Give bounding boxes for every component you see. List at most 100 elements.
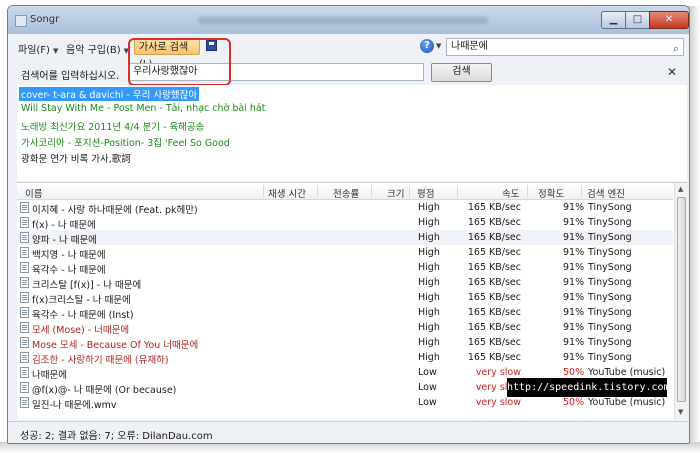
column-header-name[interactable]: 이름 (25, 186, 42, 200)
file-menu[interactable]: 파일(F) ▼ (18, 41, 58, 56)
table-row[interactable]: 양파 - 나 때문에 High 165 KB/sec 91% TinySong (17, 230, 673, 246)
table-row[interactable]: f(x) - 나 때문에 High 165 KB/sec 91% TinySong (17, 215, 673, 231)
vertical-scrollbar[interactable]: ▲ ▼ (674, 183, 688, 420)
table-row[interactable]: f(x)크리스탈 - 나 때문에 High 165 KB/sec 91% TinySon… (17, 290, 673, 306)
cell-name: 나때문에 (32, 370, 67, 381)
column-header-bitrate[interactable]: 전송률 (333, 186, 359, 200)
column-header-engine[interactable]: 검색 엔진 (587, 186, 625, 200)
column-divider[interactable] (371, 185, 372, 197)
chevron-down-icon[interactable]: ▼ (436, 42, 441, 50)
cell-rating: Low (418, 397, 437, 408)
cell-engine: YouTube (music) (588, 367, 666, 378)
cell-speed: 165 KB/sec (467, 322, 521, 333)
cell-speed: very slow (475, 367, 521, 378)
cell-accuracy: 91% (563, 262, 585, 273)
cell-speed: 165 KB/sec (467, 277, 521, 288)
cell-speed: 165 KB/sec (467, 352, 521, 363)
table-row[interactable]: Mose 모세 - Because Of You 너때문에 High 165 KB/… (17, 335, 673, 351)
column-divider[interactable] (527, 185, 528, 197)
cell-speed: 165 KB/sec (467, 232, 521, 243)
cell-accuracy: 91% (563, 337, 585, 348)
title-bar[interactable]: Songr ▁ □ ✕ (8, 6, 689, 34)
watermark: http://speedink.tistory.com (507, 378, 670, 397)
cell-name: 육각수 - 나 때문에 (Inst) (32, 310, 134, 321)
column-divider[interactable] (409, 185, 410, 197)
chevron-down-icon: ▼ (52, 47, 59, 55)
minimize-button[interactable]: ▁ (601, 11, 626, 29)
cell-rating: High (418, 277, 440, 288)
table-row[interactable]: 김조한 - 사랑하기 때문에 (유재하) High 165 KB/sec 91% Tin… (17, 350, 673, 366)
cell-speed: 165 KB/sec (467, 217, 521, 228)
search-button[interactable]: 검색 (431, 63, 492, 82)
suggestion-item[interactable]: Will Stay With Me - Post Men - Tải, nhạc… (21, 103, 265, 114)
column-divider[interactable] (457, 185, 458, 197)
cell-engine: TinySong (588, 232, 632, 243)
file-icon (20, 217, 29, 228)
cell-name: 양파 - 나 때문에 (32, 235, 97, 246)
file-icon (20, 277, 29, 288)
cell-accuracy: 91% (563, 322, 585, 333)
table-row[interactable]: 백지영 - 나 때문에 High 165 KB/sec 91% TinySong (17, 245, 673, 261)
maximize-button[interactable]: □ (625, 11, 650, 29)
cell-accuracy: 91% (563, 202, 585, 213)
column-header-rating[interactable]: 평점 (417, 186, 434, 200)
cell-rating: High (418, 247, 440, 258)
table-row[interactable]: 육각수 - 나 때문에 High 165 KB/sec 91% TinySong (17, 260, 673, 276)
cell-rating: High (418, 262, 440, 273)
cell-engine: TinySong (588, 322, 632, 333)
top-search-value: 나때문에 (451, 41, 488, 52)
cell-rating: High (418, 337, 440, 348)
cell-speed: 165 KB/sec (467, 337, 521, 348)
column-divider[interactable] (317, 185, 318, 197)
table-row[interactable]: 일진-나 때문에.wmv Low very slow 50% YouTube (musi… (17, 395, 673, 411)
column-header-size[interactable]: 크기 (387, 186, 404, 200)
column-divider[interactable] (581, 185, 582, 197)
suggestion-item[interactable]: 광화문 연가 비록 가사,歌詞 (21, 151, 131, 165)
cell-accuracy: 91% (563, 232, 585, 243)
cell-accuracy: 91% (563, 352, 585, 363)
table-row[interactable]: 이지혜 - 사랑 하나때문에 (Feat. pk헤만) High 165 KB/se… (17, 200, 673, 216)
cell-name: 김조한 - 사랑하기 때문에 (유재하) (32, 355, 169, 366)
cell-name: 모세 (Mose) - 너때문에 (32, 325, 130, 336)
column-header-duration[interactable]: 재생 시간 (268, 186, 306, 200)
suggestion-item[interactable]: 가사코리아 - 포지션-Position- 3집 'Feel So Good (21, 135, 230, 149)
cell-rating: Low (418, 382, 437, 393)
file-icon (20, 202, 29, 213)
column-header-accuracy[interactable]: 정확도 (538, 186, 564, 200)
cell-rating: High (418, 202, 440, 213)
table-row[interactable]: 모세 (Mose) - 너때문에 High 165 KB/sec 91% TinySon… (17, 320, 673, 336)
scrollbar-thumb[interactable] (677, 197, 686, 402)
scroll-up-icon[interactable]: ▲ (678, 185, 683, 193)
cell-rating: High (418, 217, 440, 228)
file-icon (20, 352, 29, 363)
close-window-button[interactable]: ✕ (649, 11, 689, 29)
close-icon[interactable]: ✕ (667, 65, 677, 79)
app-icon (15, 15, 27, 27)
cell-name: f(x)크리스탈 - 나 때문에 (32, 295, 131, 306)
help-icon[interactable]: ? (420, 39, 434, 53)
cell-rating: High (418, 307, 440, 318)
cell-accuracy: 50% (563, 397, 585, 408)
cell-speed: 165 KB/sec (467, 307, 521, 318)
search-prompt-label: 검색어를 입력하십시오. (21, 71, 120, 82)
file-icon (20, 397, 29, 408)
file-icon (20, 247, 29, 258)
buy-music-menu[interactable]: 음악 구입(B) ▼ (66, 41, 129, 56)
search-icon[interactable]: ⌕ (673, 41, 679, 57)
table-row[interactable]: 육각수 - 나 때문에 (Inst) High 165 KB/sec 91% TinyS… (17, 305, 673, 321)
file-icon (20, 322, 29, 333)
scroll-down-icon[interactable]: ▼ (678, 408, 683, 416)
cell-rating: High (418, 292, 440, 303)
cell-speed: 165 KB/sec (467, 247, 521, 258)
status-bar: 성공: 2; 결과 없음: 7; 오류: DilanDau.com (8, 421, 689, 443)
column-divider[interactable] (263, 185, 264, 197)
table-row[interactable]: 크리스탈 [f(x)] - 나 때문에 High 165 KB/sec 91% Tiny… (17, 275, 673, 291)
suggestion-item[interactable]: cover- t-ara & davichi - 우리 사랑했잖아 (19, 87, 200, 101)
column-header-speed[interactable]: 속도 (502, 186, 519, 200)
cell-engine: TinySong (588, 292, 632, 303)
suggestion-item[interactable]: 노래방 최신가요 2011년 4/4 분기 - 육해공송 (21, 119, 204, 133)
cell-accuracy: 91% (563, 217, 585, 228)
cell-engine: TinySong (588, 262, 632, 273)
cell-name: 이지혜 - 사랑 하나때문에 (Feat. pk헤만) (32, 205, 198, 216)
top-search-input[interactable]: 나때문에 ⌕ (446, 38, 684, 56)
